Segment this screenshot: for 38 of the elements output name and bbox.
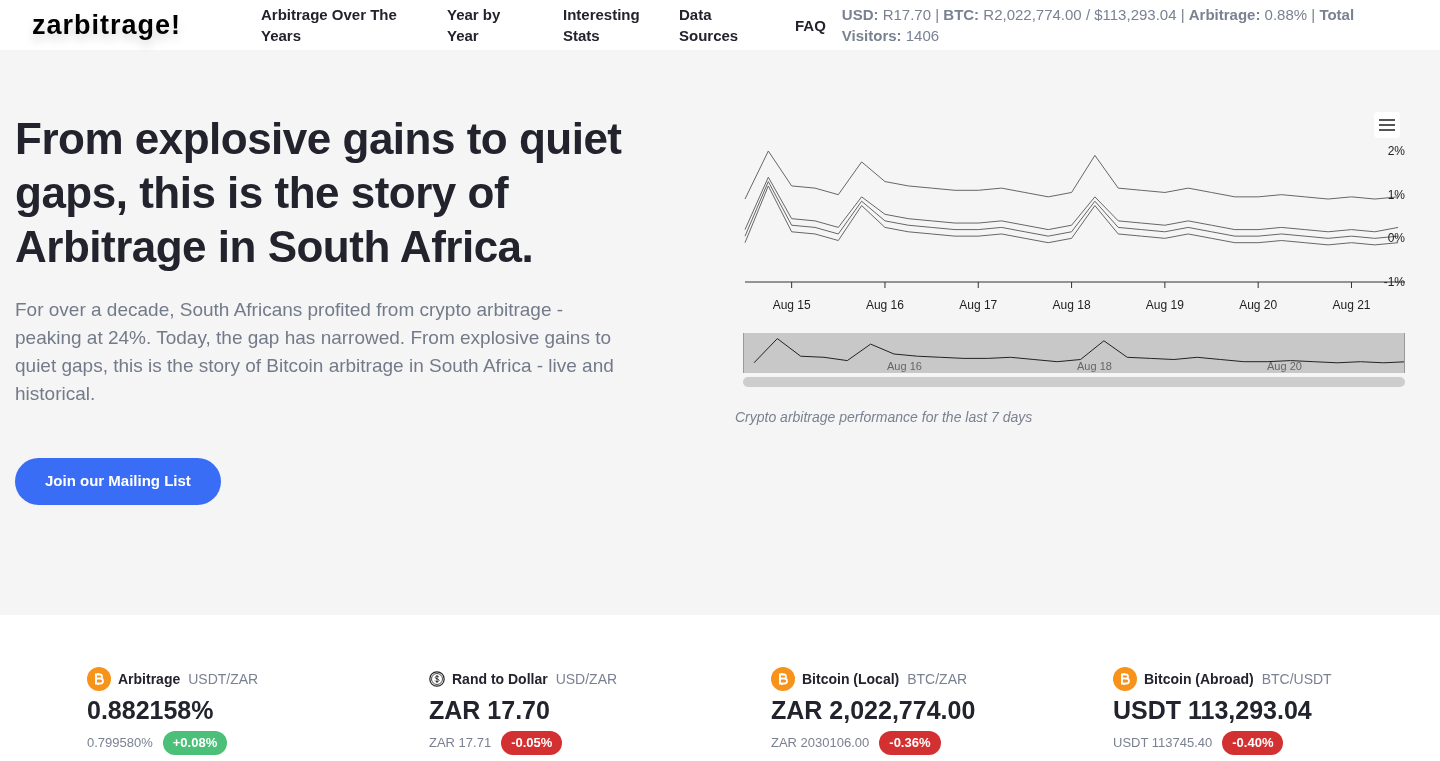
- x-tick-label: Aug 19: [1145, 298, 1184, 312]
- y-tick-label: -1%: [1383, 275, 1405, 289]
- card-value: ZAR 17.70: [429, 695, 551, 726]
- change-badge: -0.40%: [1222, 731, 1284, 755]
- card-value: 0.882158%: [87, 695, 215, 726]
- pair-label: USD/ZAR: [555, 669, 618, 689]
- navigator-label: Aug 18: [1077, 359, 1112, 374]
- navigator-label: Aug 20: [1267, 359, 1302, 374]
- x-tick-label: Aug 18: [1052, 298, 1091, 312]
- previous-value: 0.799580%: [87, 734, 153, 752]
- y-tick-label: 0%: [1387, 231, 1405, 246]
- x-tick-label: Aug 20: [1239, 298, 1278, 312]
- card-value: ZAR 2,022,774.00: [771, 695, 977, 726]
- navigator-label: Aug 16: [887, 359, 922, 374]
- x-tick-label: Aug 17: [959, 298, 998, 312]
- y-tick-label: 2%: [1387, 144, 1405, 158]
- card-value: USDT 113,293.04: [1113, 695, 1313, 726]
- previous-value: ZAR 2030106.00: [771, 734, 870, 752]
- pair-label: BTC/USDT: [1261, 669, 1332, 689]
- chart-caption: Crypto arbitrage performance for the last 7 days: [735, 408, 1034, 427]
- x-tick-label: Aug 15: [772, 298, 811, 312]
- card-title: Arbitrage: [118, 669, 181, 689]
- hero-paragraph: For over a decade, South Africans profited from crypto arbitrage - peaking at 24%. Today, the gap has narrowed. From explosive gains to quiet gaps, this is the story of Bitcoin arbitrage in South Africa - live and historical.: [15, 298, 615, 406]
- previous-value: ZAR 17.71: [429, 734, 492, 752]
- change-badge: -0.36%: [879, 731, 941, 755]
- pair-label: BTC/ZAR: [907, 669, 968, 689]
- x-tick-label: Aug 21: [1332, 298, 1371, 312]
- x-tick-label: Aug 16: [865, 298, 904, 312]
- change-badge: +0.08%: [162, 731, 228, 755]
- pair-label: USDT/ZAR: [188, 669, 259, 689]
- card-title: Bitcoin (Local): [802, 669, 900, 689]
- card-title: Rand to Dollar: [452, 669, 548, 689]
- card-title: Bitcoin (Abroad): [1144, 669, 1254, 689]
- hero-heading: From explosive gains to quiet gaps, this is the story of Arbitrage in South Africa.: [15, 113, 623, 273]
- y-tick-label: 1%: [1387, 187, 1405, 202]
- change-badge: -0.05%: [501, 731, 563, 755]
- previous-value: USDT 113745.40: [1113, 734, 1213, 752]
- live-stats: USD: R17.70 | BTC: R2,022,774.00 / $113,293.04 | Arbitrage: 0.88% | Total Visitors: 1406: [841, 5, 1356, 46]
